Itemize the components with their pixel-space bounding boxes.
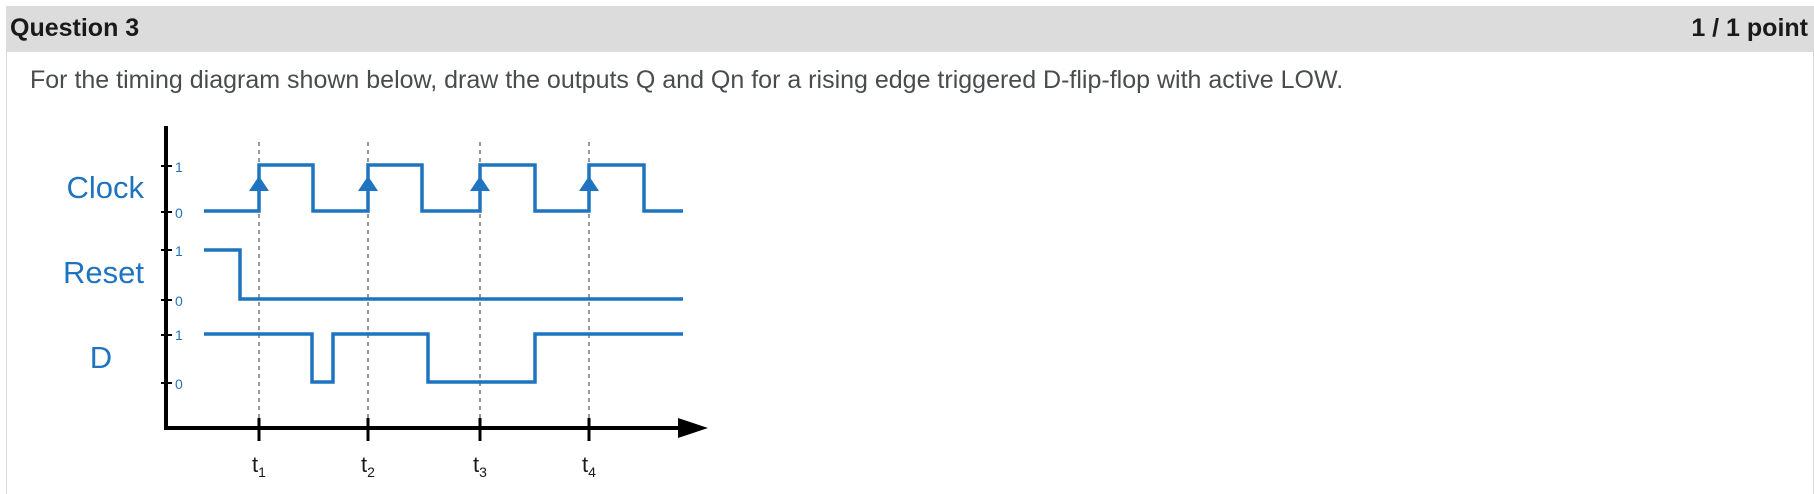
reset-waveform: [204, 248, 683, 301]
time-label-t1: t1: [252, 452, 266, 480]
rising-edge-arrow-2: [358, 176, 378, 191]
time-label-t4: t4: [582, 452, 596, 480]
d-low-label: 0: [175, 376, 183, 392]
d-waveform: [204, 332, 683, 384]
signal-label-clock: Clock: [66, 170, 144, 205]
d-high-label: 1: [175, 327, 183, 343]
reset-low-label: 0: [175, 293, 183, 309]
rising-edge-arrow-1: [249, 176, 269, 191]
rising-edge-arrows: [249, 176, 599, 191]
time-label-t3: t3: [473, 452, 487, 480]
clock-waveform: [204, 163, 683, 213]
signal-label-d: D: [90, 340, 112, 375]
signal-label-reset: Reset: [63, 255, 144, 290]
clock-low-label: 0: [175, 205, 183, 221]
rising-edge-arrow-3: [470, 176, 490, 191]
time-guides: [258, 142, 590, 426]
reset-high-label: 1: [175, 243, 183, 259]
timing-diagram: Clock Reset D 1 0 1 0 1 0 t1 t2 t3 t4: [63, 126, 708, 480]
rising-edge-arrow-4: [579, 176, 599, 191]
time-label-t2: t2: [361, 452, 375, 480]
clock-high-label: 1: [175, 159, 183, 175]
x-axis-arrow: [678, 418, 708, 438]
